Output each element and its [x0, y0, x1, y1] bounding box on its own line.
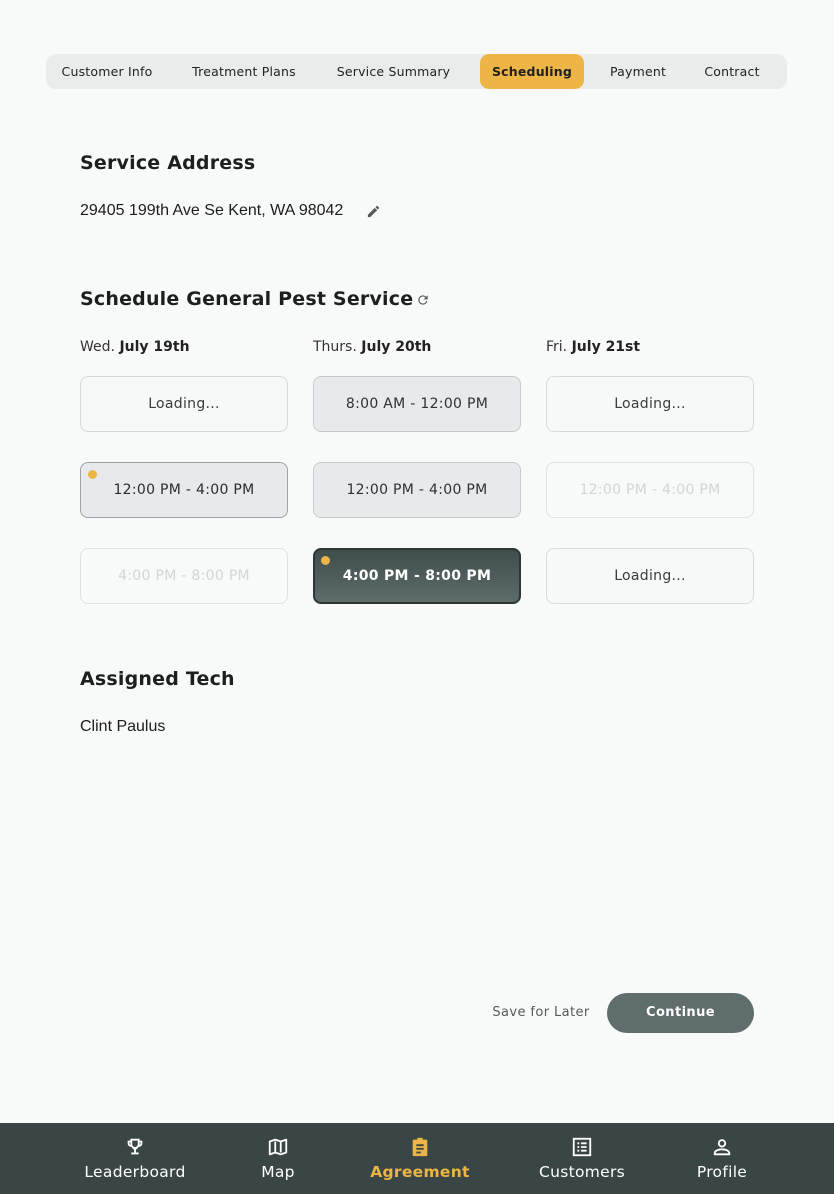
time-slot-fri-afternoon: 12:00 PM - 4:00 PM: [546, 462, 754, 518]
time-slot-fri-morning: Loading...: [546, 376, 754, 432]
time-slot-label: 12:00 PM - 4:00 PM: [113, 482, 255, 498]
time-slot-fri-evening: Loading...: [546, 548, 754, 604]
continue-button[interactable]: Continue: [607, 993, 754, 1033]
tab-payment[interactable]: Payment: [598, 54, 678, 89]
pencil-icon[interactable]: [366, 204, 381, 219]
time-slot-label: 4:00 PM - 8:00 PM: [342, 568, 492, 584]
refresh-icon[interactable]: [416, 293, 430, 307]
nav-item-map[interactable]: Map: [238, 1123, 318, 1194]
time-slot-thurs-afternoon[interactable]: 12:00 PM - 4:00 PM: [313, 462, 521, 518]
assigned-tech-name: Clint Paulus: [80, 718, 166, 735]
tab-customer-info[interactable]: Customer Info: [46, 54, 168, 89]
trophy-icon: [127, 1138, 143, 1155]
map-icon: [268, 1138, 288, 1156]
nav-item-profile[interactable]: Profile: [672, 1123, 772, 1194]
list-icon: [572, 1137, 592, 1157]
nav-label-customers: Customers: [538, 1163, 626, 1181]
day-label-wed: Wed. July 19th: [80, 339, 190, 355]
time-slot-thurs-morning[interactable]: 8:00 AM - 12:00 PM: [313, 376, 521, 432]
bottom-navigation: Leaderboard Map Agreement Customers Prof…: [0, 1123, 834, 1194]
nav-label-agreement: Agreement: [370, 1163, 470, 1181]
tab-treatment-plans[interactable]: Treatment Plans: [177, 54, 311, 89]
time-slot-thurs-evening[interactable]: 4:00 PM - 8:00 PM: [313, 548, 521, 604]
service-address-heading: Service Address: [80, 152, 256, 174]
time-slot-wed-morning: Loading...: [80, 376, 288, 432]
day-label-fri: Fri. July 21st: [546, 339, 641, 355]
nav-item-agreement[interactable]: Agreement: [360, 1123, 480, 1194]
nav-label-leaderboard: Leaderboard: [84, 1163, 186, 1181]
service-address-text: 29405 199th Ave Se Kent, WA 98042: [80, 202, 344, 219]
nav-item-leaderboard[interactable]: Leaderboard: [75, 1123, 195, 1194]
nav-item-customers[interactable]: Customers: [522, 1123, 642, 1194]
schedule-heading: Schedule General Pest Service: [80, 288, 414, 310]
nav-label-map: Map: [261, 1163, 295, 1181]
marker-dot: [88, 470, 97, 479]
clipboard-icon: [412, 1137, 428, 1157]
tab-service-summary[interactable]: Service Summary: [326, 54, 461, 89]
save-for-later-button[interactable]: Save for Later: [484, 993, 598, 1033]
nav-label-profile: Profile: [696, 1163, 748, 1181]
step-tab-bar: Customer Info Treatment Plans Service Su…: [46, 54, 787, 89]
tab-contract[interactable]: Contract: [694, 54, 770, 89]
assigned-tech-heading: Assigned Tech: [80, 668, 235, 690]
marker-dot: [321, 556, 330, 565]
time-slot-wed-evening: 4:00 PM - 8:00 PM: [80, 548, 288, 604]
person-icon: [713, 1139, 731, 1156]
time-slot-wed-afternoon[interactable]: 12:00 PM - 4:00 PM: [80, 462, 288, 518]
day-label-thurs: Thurs. July 20th: [313, 339, 432, 355]
tab-scheduling[interactable]: Scheduling: [480, 54, 584, 89]
